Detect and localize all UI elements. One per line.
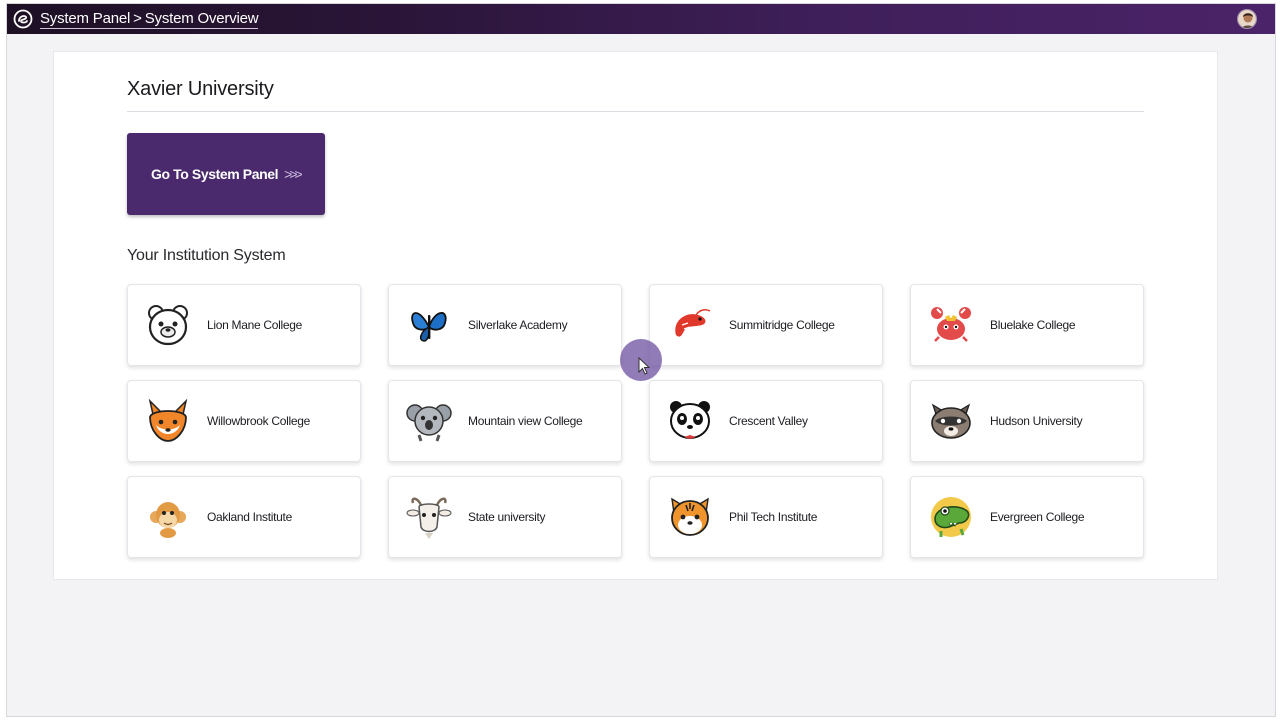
institution-card[interactable]: Oakland Institute [127, 476, 361, 558]
top-bar: System Panel > System Overview [7, 4, 1275, 34]
chevrons-right-icon: >>> [284, 166, 302, 182]
crab-mascot-icon [927, 301, 975, 349]
pointer-icon [638, 357, 651, 375]
institution-card[interactable]: Hudson University [910, 380, 1144, 462]
koala-mascot-icon [405, 397, 453, 445]
institution-name: Lion Mane College [207, 318, 302, 332]
monkey-mascot-icon [144, 493, 192, 541]
institution-card[interactable]: Phil Tech Institute [649, 476, 883, 558]
institution-name: Phil Tech Institute [729, 510, 818, 524]
panda-mascot-icon [666, 397, 714, 445]
user-avatar[interactable] [1237, 9, 1257, 29]
swirl-logo-icon[interactable] [12, 8, 34, 30]
fox-mascot-icon [144, 397, 192, 445]
institution-card[interactable]: Silverlake Academy [388, 284, 622, 366]
institution-name: Summitridge College [729, 318, 835, 332]
overview-panel: Xavier University Go To System Panel >>>… [53, 51, 1218, 580]
breadcrumb-separator: > [133, 9, 142, 27]
institution-card[interactable]: Bluelake College [910, 284, 1144, 366]
institution-card[interactable]: Summitridge College [649, 284, 883, 366]
page-title: Xavier University [127, 78, 274, 100]
institution-name: Willowbrook College [207, 414, 311, 428]
institution-name: Silverlake Academy [468, 318, 568, 332]
shrimp-mascot-icon [666, 301, 714, 349]
institution-grid: Lion Mane College Silverlake Academy Sum… [127, 284, 1144, 558]
institution-card[interactable]: State university [388, 476, 622, 558]
institution-name: Oakland Institute [207, 510, 292, 524]
bear-mascot-icon [144, 301, 192, 349]
breadcrumb-root-link[interactable]: System Panel [40, 10, 130, 27]
mouse-cursor-highlight [620, 339, 662, 381]
raccoon-mascot-icon [927, 397, 975, 445]
institution-name: Hudson University [990, 414, 1083, 428]
breadcrumb-current: System Overview [144, 9, 259, 27]
institution-card[interactable]: Lion Mane College [127, 284, 361, 366]
institution-card[interactable]: Evergreen College [910, 476, 1144, 558]
institution-name: Crescent Valley [729, 414, 808, 428]
app-window: System Panel > System Overview Xavier Un… [6, 3, 1276, 717]
divider [127, 111, 1144, 112]
institution-card[interactable]: Crescent Valley [649, 380, 883, 462]
go-to-system-panel-label: Go To System Panel [151, 166, 279, 182]
tiger-mascot-icon [666, 493, 714, 541]
goat-mascot-icon [405, 493, 453, 541]
breadcrumb: System Panel > System Overview [40, 9, 259, 29]
crocodile-mascot-icon [927, 493, 975, 541]
institution-name: State university [468, 510, 546, 524]
institution-name: Bluelake College [990, 318, 1076, 332]
go-to-system-panel-button[interactable]: Go To System Panel >>> [127, 133, 325, 215]
institution-card[interactable]: Willowbrook College [127, 380, 361, 462]
section-title: Your Institution System [127, 247, 286, 264]
institution-card[interactable]: Mountain view College [388, 380, 622, 462]
institution-name: Mountain view College [468, 414, 583, 428]
institution-name: Evergreen College [990, 510, 1085, 524]
butterfly-mascot-icon [405, 301, 453, 349]
